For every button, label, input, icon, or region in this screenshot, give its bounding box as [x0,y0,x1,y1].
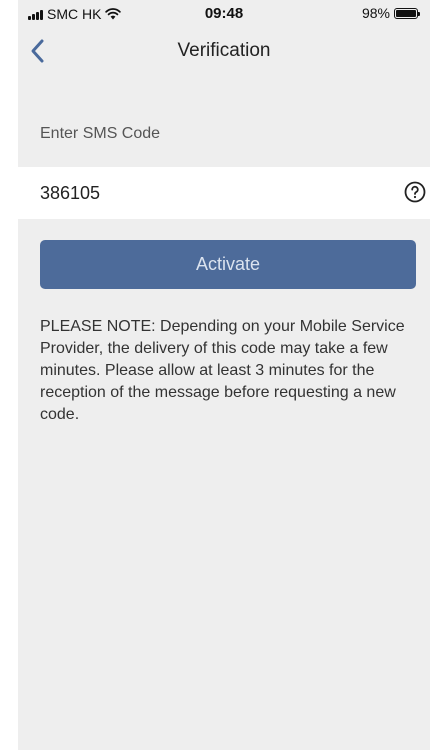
sms-code-row [18,167,430,219]
nav-bar: Verification [18,26,430,76]
battery-icon [394,7,420,19]
page-title: Verification [177,40,271,61]
sms-code-label: Enter SMS Code [40,125,161,142]
battery-percent: 98% [361,5,390,21]
question-circle-icon[interactable] [404,181,426,203]
delivery-note: PLEASE NOTE: Depending on your Mobile Se… [40,318,405,423]
activate-button[interactable]: Activate [40,240,416,289]
status-bar-right: 98% [361,5,420,21]
status-bar: SMC HK 09:48 98% [18,0,430,26]
sms-code-input[interactable] [40,167,370,219]
battery-fill [396,9,416,17]
app-screen: SMC HK 09:48 98% Verification Enter SMS … [18,0,430,750]
